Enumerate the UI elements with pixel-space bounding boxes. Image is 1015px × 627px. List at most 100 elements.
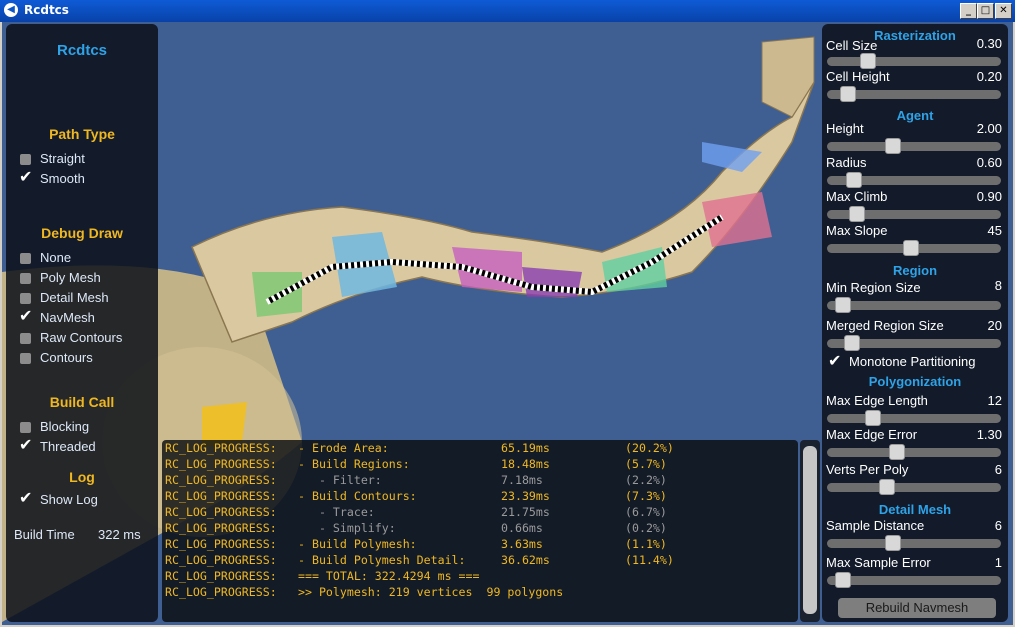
checkmark-icon[interactable]: ✔ [828, 351, 841, 370]
log-scrollbar[interactable] [800, 440, 820, 622]
sample-distance-label: Sample Distance [826, 518, 925, 533]
min-region-slider[interactable] [827, 297, 1001, 313]
title-bar: ◀ Rcdtcs _ □ ✕ [0, 0, 1015, 22]
path-type-heading: Path Type [49, 126, 115, 142]
build-call-heading: Build Call [49, 394, 115, 410]
detail-mesh-heading: Detail Mesh [878, 502, 952, 517]
build-time-label: Build Time [14, 527, 75, 542]
log-line: RC_LOG_PROGRESS: === TOTAL: 322.4294 ms =… [165, 568, 795, 584]
left-panel: Rcdtcs Path Type Straight ✔ Smooth Debug … [6, 24, 158, 622]
max-slope-slider[interactable] [827, 240, 1001, 256]
max-edge-length-slider[interactable] [827, 410, 1001, 426]
rebuild-navmesh-button[interactable]: Rebuild Navmesh [838, 598, 996, 618]
slider-thumb[interactable] [849, 206, 865, 222]
log-prefix: RC_LOG_PROGRESS: [165, 521, 277, 535]
radius-value: 0.60 [976, 155, 1002, 170]
checkbox[interactable] [20, 422, 31, 433]
minimize-button[interactable]: _ [960, 3, 977, 19]
log-prefix: RC_LOG_PROGRESS: [165, 537, 277, 551]
log-name: - Filter: [298, 473, 382, 487]
log-time: 23.39ms [501, 489, 550, 503]
log-time: 18.48ms [501, 457, 550, 471]
log-pct: (7.3%) [625, 489, 667, 503]
max-sample-error-label: Max Sample Error [826, 555, 931, 570]
log-time: 3.63ms [501, 537, 543, 551]
radius-slider[interactable] [827, 172, 1001, 188]
slider-thumb[interactable] [903, 240, 919, 256]
slider-thumb[interactable] [835, 572, 851, 588]
log-line: RC_LOG_PROGRESS: - Trace: 21.75ms (6.7%) [165, 504, 795, 520]
cell-height-value: 0.20 [976, 69, 1002, 84]
checkmark-icon[interactable]: ✔ [19, 436, 32, 454]
slider-thumb[interactable] [860, 53, 876, 69]
slider-thumb[interactable] [840, 86, 856, 102]
log-pct: (20.2%) [625, 441, 674, 455]
region-heading: Region [892, 263, 938, 278]
checkbox[interactable] [20, 253, 31, 264]
max-edge-error-value: 1.30 [976, 427, 1002, 442]
log-time: 7.18ms [501, 473, 543, 487]
min-region-value: 8 [994, 278, 1002, 293]
log-line: RC_LOG_PROGRESS: - Build Regions: 18.48ms (… [165, 456, 795, 472]
max-sample-error-value: 1 [994, 555, 1002, 570]
log-name: - Erode Area: [298, 441, 389, 455]
max-climb-value: 0.90 [976, 189, 1002, 204]
max-edge-error-slider[interactable] [827, 444, 1001, 460]
verts-per-poly-slider[interactable] [827, 479, 1001, 495]
checkbox[interactable] [20, 154, 31, 165]
log-line: RC_LOG_PROGRESS: - Build Polymesh Detail:… [165, 552, 795, 568]
log-line: RC_LOG_PROGRESS: >> Polymesh: 219 vertice… [165, 584, 795, 600]
max-edge-length-value: 12 [987, 393, 1002, 408]
log-pct: (5.7%) [625, 457, 667, 471]
log-scroll-thumb[interactable] [803, 446, 817, 614]
monotone-label: Monotone Partitioning [849, 354, 976, 369]
checkbox[interactable] [20, 333, 31, 344]
log-line: RC_LOG_PROGRESS: - Erode Area: 65.19ms (20.… [165, 440, 795, 456]
checkmark-icon[interactable]: ✔ [19, 168, 32, 186]
checkmark-icon[interactable]: ✔ [19, 307, 32, 325]
slider-thumb[interactable] [846, 172, 862, 188]
build-time-value: 322 ms [98, 527, 141, 542]
max-sample-error-slider[interactable] [827, 572, 1001, 588]
checkmark-icon[interactable]: ✔ [19, 489, 32, 507]
height-value: 2.00 [976, 121, 1002, 136]
slider-thumb[interactable] [889, 444, 905, 460]
log-name: - Trace: [298, 505, 375, 519]
log-line: RC_LOG_PROGRESS: - Build Polymesh: 3.63ms (… [165, 536, 795, 552]
sample-distance-slider[interactable] [827, 535, 1001, 551]
slider-thumb[interactable] [865, 410, 881, 426]
slider-thumb[interactable] [885, 535, 901, 551]
slider-thumb[interactable] [885, 138, 901, 154]
log-prefix: RC_LOG_PROGRESS: [165, 489, 277, 503]
slider-thumb[interactable] [844, 335, 860, 351]
checkbox[interactable] [20, 273, 31, 284]
log-prefix: RC_LOG_PROGRESS: [165, 569, 277, 583]
log-pct: (11.4%) [625, 553, 674, 567]
min-region-label: Min Region Size [826, 280, 921, 295]
close-button[interactable]: ✕ [995, 3, 1012, 19]
cell-height-label: Cell Height [826, 69, 890, 84]
merged-region-slider[interactable] [827, 335, 1001, 351]
height-slider[interactable] [827, 138, 1001, 154]
merged-region-value: 20 [987, 318, 1002, 333]
app-icon: ◀ [4, 3, 18, 17]
slider-thumb[interactable] [835, 297, 851, 313]
monotone-partitioning-checkbox[interactable]: ✔ Monotone Partitioning [828, 351, 976, 370]
checkbox[interactable] [20, 293, 31, 304]
slider-thumb[interactable] [879, 479, 895, 495]
maximize-button[interactable]: □ [977, 3, 994, 19]
log-prefix: RC_LOG_PROGRESS: [165, 441, 277, 455]
polygonization-heading: Polygonization [868, 374, 962, 389]
log-name: - Build Polymesh: [298, 537, 417, 551]
log-line: RC_LOG_PROGRESS: - Build Contours: 23.39ms… [165, 488, 795, 504]
log-panel: RC_LOG_PROGRESS: - Erode Area: 65.19ms (20.… [162, 440, 798, 622]
cell-size-slider[interactable] [827, 53, 1001, 69]
log-name: - Simplify: [298, 521, 396, 535]
checkbox[interactable] [20, 353, 31, 364]
window-title: Rcdtcs [24, 3, 69, 17]
max-climb-slider[interactable] [827, 206, 1001, 222]
max-edge-error-label: Max Edge Error [826, 427, 918, 442]
height-label: Height [826, 121, 864, 136]
cell-height-slider[interactable] [827, 86, 1001, 102]
log-prefix: RC_LOG_PROGRESS: [165, 553, 277, 567]
